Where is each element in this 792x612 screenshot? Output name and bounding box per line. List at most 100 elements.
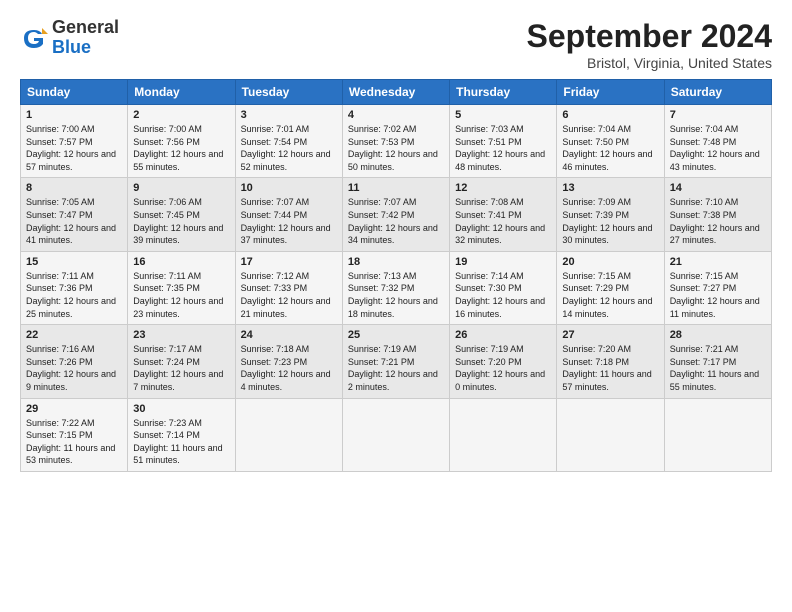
day-info: Sunrise: 7:00 AM Sunset: 7:57 PM Dayligh… <box>26 123 122 173</box>
calendar-week-4: 22 Sunrise: 7:16 AM Sunset: 7:26 PM Dayl… <box>21 325 772 398</box>
calendar-cell: 12 Sunrise: 7:08 AM Sunset: 7:41 PM Dayl… <box>450 178 557 251</box>
calendar-cell: 21 Sunrise: 7:15 AM Sunset: 7:27 PM Dayl… <box>664 251 771 324</box>
day-info: Sunrise: 7:20 AM Sunset: 7:18 PM Dayligh… <box>562 343 658 393</box>
calendar-cell: 10 Sunrise: 7:07 AM Sunset: 7:44 PM Dayl… <box>235 178 342 251</box>
day-number: 1 <box>26 109 122 121</box>
calendar-cell: 30 Sunrise: 7:23 AM Sunset: 7:14 PM Dayl… <box>128 398 235 471</box>
logo-general: General <box>52 18 119 38</box>
calendar-cell: 16 Sunrise: 7:11 AM Sunset: 7:35 PM Dayl… <box>128 251 235 324</box>
calendar-cell: 9 Sunrise: 7:06 AM Sunset: 7:45 PM Dayli… <box>128 178 235 251</box>
day-info: Sunrise: 7:11 AM Sunset: 7:35 PM Dayligh… <box>133 270 229 320</box>
calendar-cell: 18 Sunrise: 7:13 AM Sunset: 7:32 PM Dayl… <box>342 251 449 324</box>
day-info: Sunrise: 7:07 AM Sunset: 7:44 PM Dayligh… <box>241 196 337 246</box>
day-info: Sunrise: 7:06 AM Sunset: 7:45 PM Dayligh… <box>133 196 229 246</box>
calendar-table: SundayMondayTuesdayWednesdayThursdayFrid… <box>20 79 772 472</box>
logo: General Blue <box>20 18 119 58</box>
day-number: 10 <box>241 182 337 194</box>
calendar-cell <box>342 398 449 471</box>
calendar-header-friday: Friday <box>557 80 664 105</box>
calendar-cell <box>450 398 557 471</box>
calendar-cell: 4 Sunrise: 7:02 AM Sunset: 7:53 PM Dayli… <box>342 105 449 178</box>
calendar-header-row: SundayMondayTuesdayWednesdayThursdayFrid… <box>21 80 772 105</box>
day-info: Sunrise: 7:04 AM Sunset: 7:50 PM Dayligh… <box>562 123 658 173</box>
day-info: Sunrise: 7:12 AM Sunset: 7:33 PM Dayligh… <box>241 270 337 320</box>
day-info: Sunrise: 7:15 AM Sunset: 7:29 PM Dayligh… <box>562 270 658 320</box>
day-info: Sunrise: 7:15 AM Sunset: 7:27 PM Dayligh… <box>670 270 766 320</box>
day-number: 16 <box>133 256 229 268</box>
day-info: Sunrise: 7:02 AM Sunset: 7:53 PM Dayligh… <box>348 123 444 173</box>
calendar-header-wednesday: Wednesday <box>342 80 449 105</box>
page-title: September 2024 <box>527 18 772 55</box>
calendar-cell: 22 Sunrise: 7:16 AM Sunset: 7:26 PM Dayl… <box>21 325 128 398</box>
day-number: 4 <box>348 109 444 121</box>
day-number: 29 <box>26 403 122 415</box>
day-number: 5 <box>455 109 551 121</box>
day-number: 17 <box>241 256 337 268</box>
calendar-cell: 5 Sunrise: 7:03 AM Sunset: 7:51 PM Dayli… <box>450 105 557 178</box>
calendar-cell: 1 Sunrise: 7:00 AM Sunset: 7:57 PM Dayli… <box>21 105 128 178</box>
day-info: Sunrise: 7:17 AM Sunset: 7:24 PM Dayligh… <box>133 343 229 393</box>
calendar-header-thursday: Thursday <box>450 80 557 105</box>
day-number: 2 <box>133 109 229 121</box>
day-number: 30 <box>133 403 229 415</box>
calendar-cell <box>557 398 664 471</box>
day-number: 3 <box>241 109 337 121</box>
day-number: 20 <box>562 256 658 268</box>
logo-icon <box>20 24 48 52</box>
day-info: Sunrise: 7:00 AM Sunset: 7:56 PM Dayligh… <box>133 123 229 173</box>
day-info: Sunrise: 7:16 AM Sunset: 7:26 PM Dayligh… <box>26 343 122 393</box>
day-number: 26 <box>455 329 551 341</box>
day-number: 28 <box>670 329 766 341</box>
calendar-header-monday: Monday <box>128 80 235 105</box>
calendar-cell: 26 Sunrise: 7:19 AM Sunset: 7:20 PM Dayl… <box>450 325 557 398</box>
calendar-cell <box>664 398 771 471</box>
day-number: 15 <box>26 256 122 268</box>
day-number: 7 <box>670 109 766 121</box>
day-number: 11 <box>348 182 444 194</box>
calendar-cell: 20 Sunrise: 7:15 AM Sunset: 7:29 PM Dayl… <box>557 251 664 324</box>
title-block: September 2024 Bristol, Virginia, United… <box>527 18 772 71</box>
calendar-cell: 15 Sunrise: 7:11 AM Sunset: 7:36 PM Dayl… <box>21 251 128 324</box>
day-number: 27 <box>562 329 658 341</box>
logo-text: General Blue <box>52 18 119 58</box>
day-info: Sunrise: 7:19 AM Sunset: 7:21 PM Dayligh… <box>348 343 444 393</box>
day-number: 24 <box>241 329 337 341</box>
day-number: 21 <box>670 256 766 268</box>
day-info: Sunrise: 7:23 AM Sunset: 7:14 PM Dayligh… <box>133 417 229 467</box>
logo-blue: Blue <box>52 38 119 58</box>
calendar-cell: 28 Sunrise: 7:21 AM Sunset: 7:17 PM Dayl… <box>664 325 771 398</box>
day-number: 18 <box>348 256 444 268</box>
day-number: 23 <box>133 329 229 341</box>
calendar-header-tuesday: Tuesday <box>235 80 342 105</box>
calendar-cell: 3 Sunrise: 7:01 AM Sunset: 7:54 PM Dayli… <box>235 105 342 178</box>
day-info: Sunrise: 7:03 AM Sunset: 7:51 PM Dayligh… <box>455 123 551 173</box>
day-info: Sunrise: 7:21 AM Sunset: 7:17 PM Dayligh… <box>670 343 766 393</box>
calendar-header-saturday: Saturday <box>664 80 771 105</box>
calendar-cell: 6 Sunrise: 7:04 AM Sunset: 7:50 PM Dayli… <box>557 105 664 178</box>
day-number: 22 <box>26 329 122 341</box>
calendar-cell: 23 Sunrise: 7:17 AM Sunset: 7:24 PM Dayl… <box>128 325 235 398</box>
day-number: 6 <box>562 109 658 121</box>
day-info: Sunrise: 7:19 AM Sunset: 7:20 PM Dayligh… <box>455 343 551 393</box>
day-info: Sunrise: 7:05 AM Sunset: 7:47 PM Dayligh… <box>26 196 122 246</box>
day-info: Sunrise: 7:08 AM Sunset: 7:41 PM Dayligh… <box>455 196 551 246</box>
calendar-cell: 14 Sunrise: 7:10 AM Sunset: 7:38 PM Dayl… <box>664 178 771 251</box>
day-info: Sunrise: 7:01 AM Sunset: 7:54 PM Dayligh… <box>241 123 337 173</box>
calendar-cell: 13 Sunrise: 7:09 AM Sunset: 7:39 PM Dayl… <box>557 178 664 251</box>
calendar-week-3: 15 Sunrise: 7:11 AM Sunset: 7:36 PM Dayl… <box>21 251 772 324</box>
day-info: Sunrise: 7:07 AM Sunset: 7:42 PM Dayligh… <box>348 196 444 246</box>
calendar-cell: 24 Sunrise: 7:18 AM Sunset: 7:23 PM Dayl… <box>235 325 342 398</box>
calendar-week-1: 1 Sunrise: 7:00 AM Sunset: 7:57 PM Dayli… <box>21 105 772 178</box>
calendar-cell: 11 Sunrise: 7:07 AM Sunset: 7:42 PM Dayl… <box>342 178 449 251</box>
page-subtitle: Bristol, Virginia, United States <box>527 55 772 71</box>
calendar-cell: 29 Sunrise: 7:22 AM Sunset: 7:15 PM Dayl… <box>21 398 128 471</box>
day-info: Sunrise: 7:09 AM Sunset: 7:39 PM Dayligh… <box>562 196 658 246</box>
day-info: Sunrise: 7:13 AM Sunset: 7:32 PM Dayligh… <box>348 270 444 320</box>
header: General Blue September 2024 Bristol, Vir… <box>20 18 772 71</box>
calendar-header-sunday: Sunday <box>21 80 128 105</box>
day-number: 25 <box>348 329 444 341</box>
day-info: Sunrise: 7:14 AM Sunset: 7:30 PM Dayligh… <box>455 270 551 320</box>
calendar-cell: 25 Sunrise: 7:19 AM Sunset: 7:21 PM Dayl… <box>342 325 449 398</box>
calendar-cell: 19 Sunrise: 7:14 AM Sunset: 7:30 PM Dayl… <box>450 251 557 324</box>
day-number: 19 <box>455 256 551 268</box>
